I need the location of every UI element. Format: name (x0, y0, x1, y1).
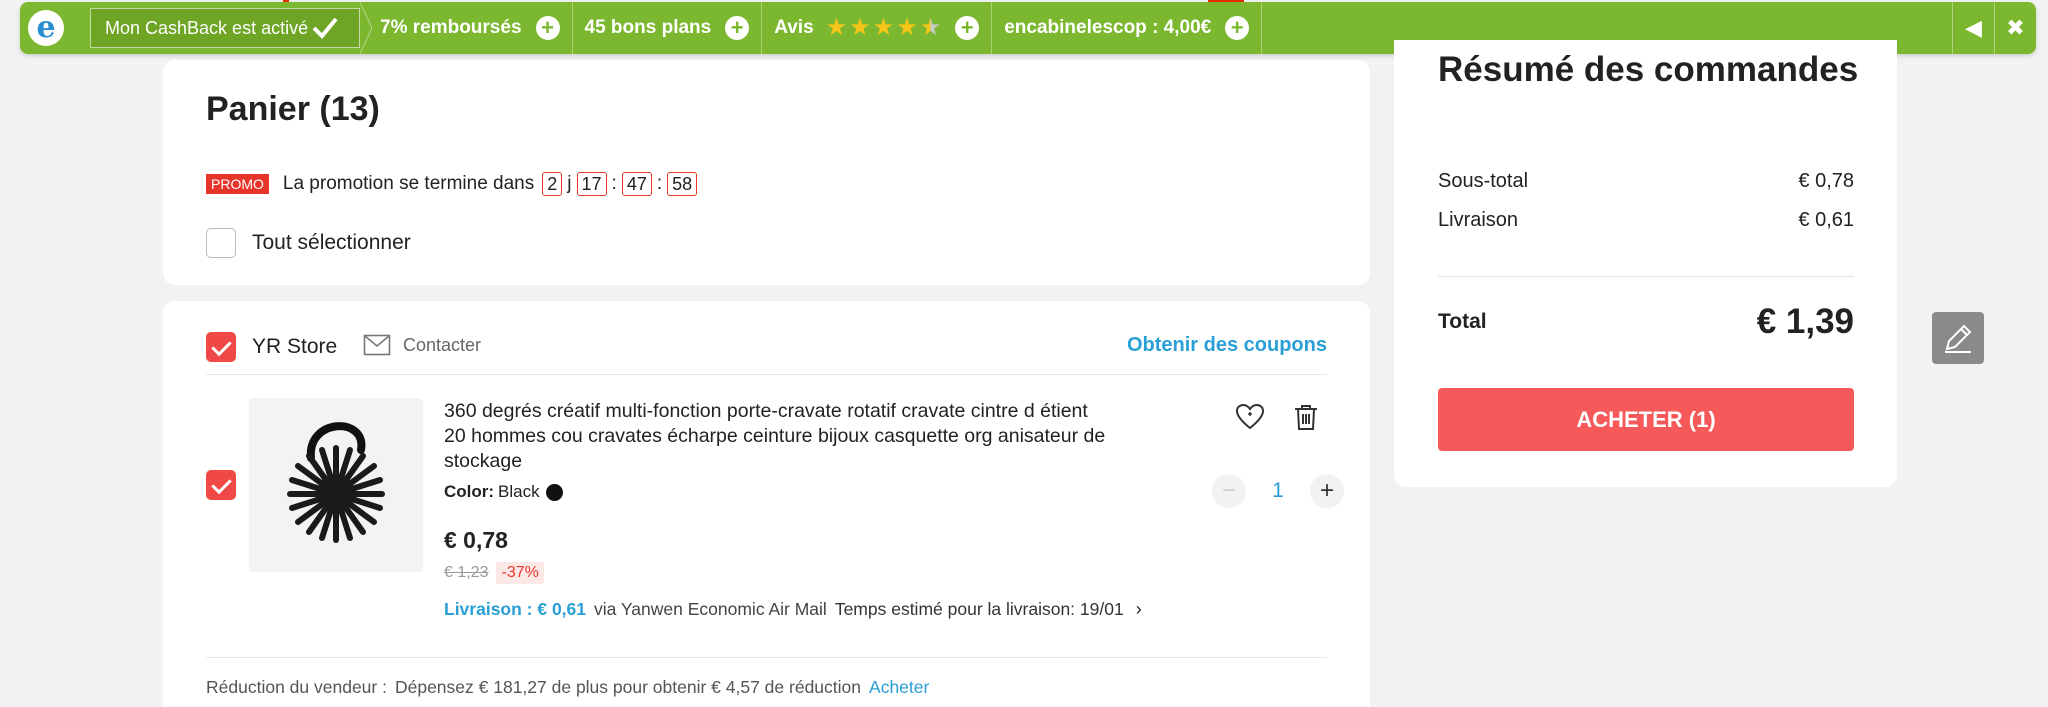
price-info: € 1,23 -37% (444, 562, 544, 584)
discount-badge: -37% (496, 562, 544, 584)
trash-icon[interactable] (1293, 403, 1319, 431)
select-all-row[interactable]: Tout sélectionner (206, 228, 411, 258)
cart-title: Panier (13) (206, 90, 380, 128)
promo-code-segment[interactable]: encabinelescop : 4,00€ + (992, 2, 1263, 54)
timer-days: 2 (542, 172, 563, 196)
logo-letter: e (28, 10, 64, 46)
half-star-icon: ★ (919, 14, 942, 41)
delivery-estimate: Temps estimé pour la livraison: 19/01 (834, 599, 1124, 619)
plus-circle-icon[interactable]: + (725, 16, 750, 40)
quantity-stepper: − 1 + (1212, 474, 1344, 508)
product-title[interactable]: 360 degrés créatif multi-fonction porte-… (444, 399, 1109, 474)
chevron-right-icon[interactable]: › (1136, 599, 1142, 620)
contact-seller-link[interactable]: Contacter (363, 334, 481, 356)
item-checkbox[interactable] (206, 470, 236, 500)
divider (206, 657, 1327, 658)
color-label: Color: (444, 482, 495, 501)
star-icon: ★ (872, 14, 895, 41)
store-header: YR Store (206, 332, 337, 362)
checkout-button[interactable]: ACHETER (1) (1438, 388, 1854, 451)
close-icon[interactable]: ✖ (1994, 2, 2036, 54)
decrease-button[interactable]: − (1212, 474, 1246, 508)
star-icon: ★ (825, 14, 848, 41)
refund-label: 7% remboursés (380, 17, 522, 38)
divider (1438, 276, 1854, 277)
rating-stars: ★ ★ ★ ★ ★ (826, 16, 942, 40)
refund-segment[interactable]: 7% remboursés + (360, 2, 573, 54)
cashback-logo[interactable]: e (20, 2, 72, 54)
select-all-label: Tout sélectionner (252, 231, 411, 254)
cart-header-panel: Panier (13) PROMO La promotion se termin… (163, 60, 1370, 285)
cashback-active-status[interactable]: Mon CashBack est activé (90, 8, 360, 48)
color-swatch-icon (545, 483, 563, 501)
product-price: € 0,78 (444, 527, 508, 553)
timer-sep: : (656, 173, 663, 194)
color-value: Black (498, 482, 540, 501)
subtotal-label: Sous-total (1438, 170, 1529, 192)
total-label: Total (1438, 310, 1487, 333)
cashback-active-label: Mon CashBack est activé (105, 17, 309, 38)
star-icon: ★ (896, 14, 918, 41)
shipping-label: Livraison (1438, 209, 1519, 231)
shipping-row: Livraison € 0,61 (1438, 209, 1854, 232)
timer-hours: 17 (576, 172, 607, 196)
quantity-value[interactable]: 1 (1246, 479, 1310, 503)
reduction-text: Dépensez € 181,27 de plus pour obtenir €… (394, 677, 862, 697)
timer-seconds: 58 (667, 172, 698, 196)
reviews-label: Avis (774, 17, 814, 38)
shipping-info[interactable]: Livraison : € 0,61 via Yanwen Economic A… (444, 599, 1142, 620)
plus-circle-icon[interactable]: + (955, 16, 980, 40)
plus-circle-icon[interactable]: + (535, 16, 560, 40)
toolbar-controls: ◀ ✖ (1952, 2, 2036, 54)
item-actions (1235, 403, 1319, 431)
check-icon (312, 17, 338, 39)
wishlist-heart-icon[interactable] (1235, 403, 1265, 431)
subtotal-row: Sous-total € 0,78 (1438, 170, 1854, 193)
tie-rack-image (287, 422, 385, 543)
total-row: Total € 1,39 (1438, 302, 1854, 342)
store-checkbox[interactable] (206, 332, 236, 362)
edit-button[interactable] (1932, 312, 1984, 364)
promo-text: La promotion se termine dans (282, 173, 535, 194)
mail-icon (363, 334, 391, 356)
order-summary-panel: Résumé des commandes Sous-total € 0,78 L… (1394, 40, 1897, 487)
promo-badge: PROMO (206, 174, 269, 194)
deals-label: 45 bons plans (584, 17, 712, 38)
contact-label: Contacter (403, 334, 482, 355)
reduction-buy-link[interactable]: Acheter (869, 677, 929, 698)
reviews-segment[interactable]: Avis ★ ★ ★ ★ ★ + (762, 2, 993, 54)
summary-title: Résumé des commandes (1438, 50, 1859, 89)
shipping-carrier: via Yanwen Economic Air Mail (594, 599, 827, 619)
arrow-divider-icon (360, 2, 372, 54)
total-value: € 1,39 (1756, 302, 1854, 341)
store-name[interactable]: YR Store (252, 335, 337, 359)
timer-minutes: 47 (621, 172, 652, 196)
star-icon: ★ (849, 14, 871, 41)
increase-button[interactable]: + (1310, 474, 1344, 508)
promo-code-label: encabinelescop : 4,00€ (1004, 17, 1212, 38)
get-coupons-link[interactable]: Obtenir des coupons (1127, 334, 1327, 357)
store-panel: YR Store Contacter Obtenir des coupons 3… (163, 301, 1370, 707)
select-all-checkbox[interactable] (206, 228, 236, 258)
shipping-value: € 0,61 (1798, 209, 1854, 231)
subtotal-value: € 0,78 (1798, 170, 1854, 192)
timer-days-unit: j (567, 173, 572, 194)
timer-sep: : (611, 173, 617, 194)
shipping-fee: Livraison : € 0,61 (444, 599, 587, 619)
promo-countdown: PROMO La promotion se termine dans 2 j 1… (206, 172, 702, 196)
seller-reduction: Réduction du vendeur : Dépensez € 181,27… (206, 677, 929, 698)
divider (206, 374, 1327, 375)
pencil-icon (1945, 324, 1972, 353)
collapse-left-icon[interactable]: ◀ (1952, 2, 1994, 54)
deals-segment[interactable]: 45 bons plans + (573, 2, 763, 54)
product-image[interactable] (249, 398, 423, 572)
product-variant[interactable]: Color: Black (444, 482, 563, 502)
reduction-label: Réduction du vendeur : (206, 677, 387, 697)
plus-circle-icon[interactable]: + (1225, 16, 1250, 40)
original-price: € 1,23 (444, 564, 489, 581)
